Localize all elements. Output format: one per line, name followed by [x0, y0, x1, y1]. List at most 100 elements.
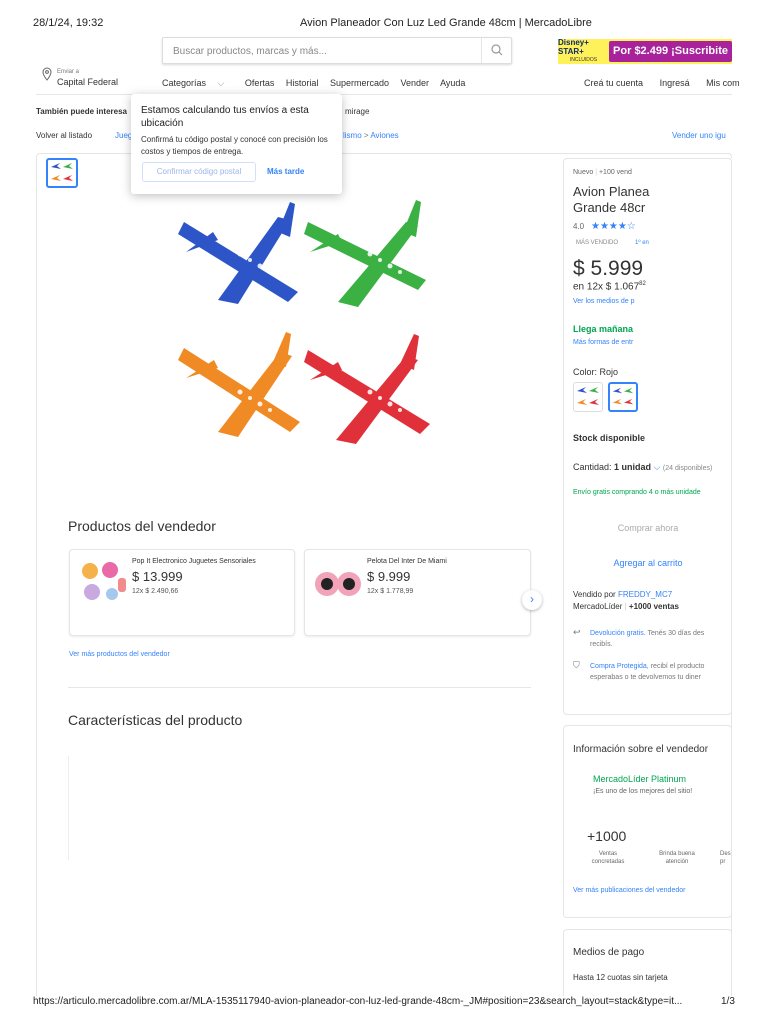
disney-star-logo: Disney+ STAR+ INCLUIDOS [558, 38, 598, 63]
related-label: También puede interesa [36, 107, 127, 116]
chevron-down-icon: ⌵ [217, 78, 225, 88]
confirm-postal-code-button[interactable]: Confirmar código postal [142, 162, 256, 182]
color-selector-label: Color: Rojo [573, 367, 619, 377]
print-url: https://articulo.mercadolibre.com.ar/MLA… [33, 996, 683, 1007]
payment-methods-link[interactable]: Ver los medios de p [573, 298, 634, 305]
product-title: Avion Planea Grande 48cr [573, 184, 650, 215]
quantity-selector[interactable]: Cantidad: 1 unidad ⌵ (24 disponibles) [573, 462, 712, 473]
nav-history[interactable]: Historial [286, 78, 319, 88]
product-price: $ 13.999 [132, 569, 183, 584]
airplanes-image [178, 200, 430, 444]
product-main-image[interactable] [178, 192, 436, 460]
ball-image [315, 572, 361, 596]
product-price: $ 5.999 [573, 257, 644, 280]
condition-info: Nuevo | +100 vend [573, 169, 632, 176]
seller-link[interactable]: FREDDY_MC7 [618, 590, 672, 599]
location-value[interactable]: Capital Federal [57, 77, 118, 87]
print-page-title: Avion Planeador Con Luz Led Grande 48cm … [300, 17, 592, 29]
sales-label: Ventas concretadas [591, 851, 625, 865]
carousel-next-button[interactable]: › [522, 590, 542, 610]
color-option-selected[interactable] [608, 382, 638, 412]
main-nav: Categorías ⌵ Ofertas Historial Supermerc… [162, 78, 474, 89]
product-name: Pop It Electronico Juguetes Sensoriales [132, 558, 256, 565]
color-option-image [577, 387, 599, 405]
add-to-cart-button[interactable]: Agregar al carrito [573, 551, 723, 575]
more-seller-products-link[interactable]: Ver más productos del vendedor [69, 651, 170, 658]
protected-purchase-link[interactable]: Compra Protegida, [590, 663, 649, 670]
sell-same-link[interactable]: Vender uno igu [672, 131, 726, 140]
rating-value: 4.0 [573, 222, 585, 231]
nav-supermarket[interactable]: Supermercado [330, 78, 389, 88]
nav-offers[interactable]: Ofertas [245, 78, 275, 88]
airplane-thumbnail-icon [51, 163, 73, 181]
pop-it-image [82, 562, 126, 600]
sold-by: Vendido por FREDDY_MC7 [573, 590, 673, 599]
section-divider [68, 687, 531, 688]
breadcrumb-item-hobby[interactable]: lismo [343, 131, 362, 140]
characteristics-heading: Características del producto [68, 712, 243, 728]
delivery-label-short: Des pr [720, 851, 731, 865]
shield-icon: ⛉ [573, 660, 580, 670]
seller-product-card[interactable]: Pop It Electronico Juguetes Sensoriales … [69, 549, 295, 636]
nav-purchases[interactable]: Mis com [706, 78, 740, 88]
print-page-number: 1/3 [721, 996, 735, 1007]
popup-body: Confirmá tu código postal y conocé con p… [141, 135, 328, 156]
search-input[interactable]: Buscar productos, marcas y más... [162, 37, 512, 64]
seller-info-heading: Información sobre el vendedor [573, 744, 709, 755]
payment-card [563, 929, 732, 996]
promo-offer-label: Por $2.499 ¡Suscribite [609, 41, 732, 62]
seller-product-card[interactable]: Pelota Del Inter De Miami $ 9.999 12x $ … [304, 549, 531, 636]
rating-stars-icon[interactable]: ★★★★☆ [591, 221, 636, 232]
popup-title: Estamos calculando tus envíos a esta ubi… [141, 105, 309, 129]
color-option[interactable] [573, 382, 603, 412]
installments: en 12x $ 1.06782 [573, 281, 646, 293]
return-icon: ↩ [573, 627, 581, 637]
search-button[interactable] [481, 38, 511, 63]
nav-login[interactable]: Ingresá [660, 78, 690, 88]
breadcrumb-item-toys[interactable]: Jueg [115, 131, 132, 140]
delivery-label: Llega mañana [573, 324, 634, 334]
orange-airplane [178, 332, 300, 437]
service-label: Brinda buena atención [659, 851, 695, 865]
location-label: Enviar a [57, 69, 80, 75]
ranking-link[interactable]: 1º en [635, 240, 649, 246]
search-placeholder: Buscar productos, marcas y más... [173, 46, 327, 57]
chevron-down-icon: ⌵ [653, 462, 661, 472]
product-name: Pelota Del Inter De Miami [367, 558, 447, 565]
seller-status: MercadoLíder | +1000 ventas [573, 602, 679, 611]
returns-info: Devolución gratis. Tenés 30 días des reci… [590, 630, 705, 648]
breadcrumb-separator: > [363, 131, 369, 140]
disney-star-promo[interactable]: Disney+ STAR+ INCLUIDOS Por $2.499 ¡Susc… [558, 38, 732, 64]
print-datetime: 28/1/24, 19:32 [33, 17, 104, 29]
red-airplane [304, 334, 430, 444]
search-icon [491, 44, 503, 56]
seller-level-sub: ¡Es uno de los mejores del sitio! [593, 788, 693, 795]
seller-sales-count: +1000 [587, 828, 627, 844]
returns-link[interactable]: Devolución gratis. [590, 630, 646, 637]
gallery-thumbnail[interactable] [46, 158, 78, 188]
later-button[interactable]: Más tarde [267, 167, 304, 176]
breadcrumb-item-airplanes[interactable]: Aviones [370, 131, 398, 140]
back-to-list-link[interactable]: Volver al listado [36, 131, 92, 140]
account-nav: Creá tu cuenta Ingresá Mis com [584, 78, 749, 88]
breadcrumb: lismo > Aviones [343, 131, 399, 140]
product-installments: 12x $ 2.490,66 [132, 588, 179, 595]
buy-now-button[interactable]: Comprar ahora [573, 516, 723, 540]
nav-categories[interactable]: Categorías ⌵ [162, 78, 233, 88]
more-seller-publications-link[interactable]: Ver más publicaciones del vendedor [573, 887, 685, 894]
nav-create-account[interactable]: Creá tu cuenta [584, 78, 643, 88]
characteristics-placeholder [68, 756, 69, 860]
payment-heading: Medios de pago [573, 947, 645, 958]
nav-help[interactable]: Ayuda [440, 78, 465, 88]
protected-purchase-info: Compra Protegida, recibí el producto espe… [590, 663, 705, 681]
nav-sell[interactable]: Vender [401, 78, 430, 88]
bestseller-badge: MÁS VENDIDO [576, 240, 619, 246]
location-pin-icon [42, 67, 52, 81]
green-airplane [304, 200, 426, 307]
color-option-image [612, 387, 634, 405]
more-delivery-link[interactable]: Más formas de entr [573, 339, 633, 346]
stock-label: Stock disponible [573, 433, 646, 443]
free-shipping-note: Envío gratis comprando 4 o más unidade [573, 489, 701, 496]
related-link[interactable]: mirage [345, 107, 369, 116]
product-installments: 12x $ 1.778,99 [367, 588, 414, 595]
